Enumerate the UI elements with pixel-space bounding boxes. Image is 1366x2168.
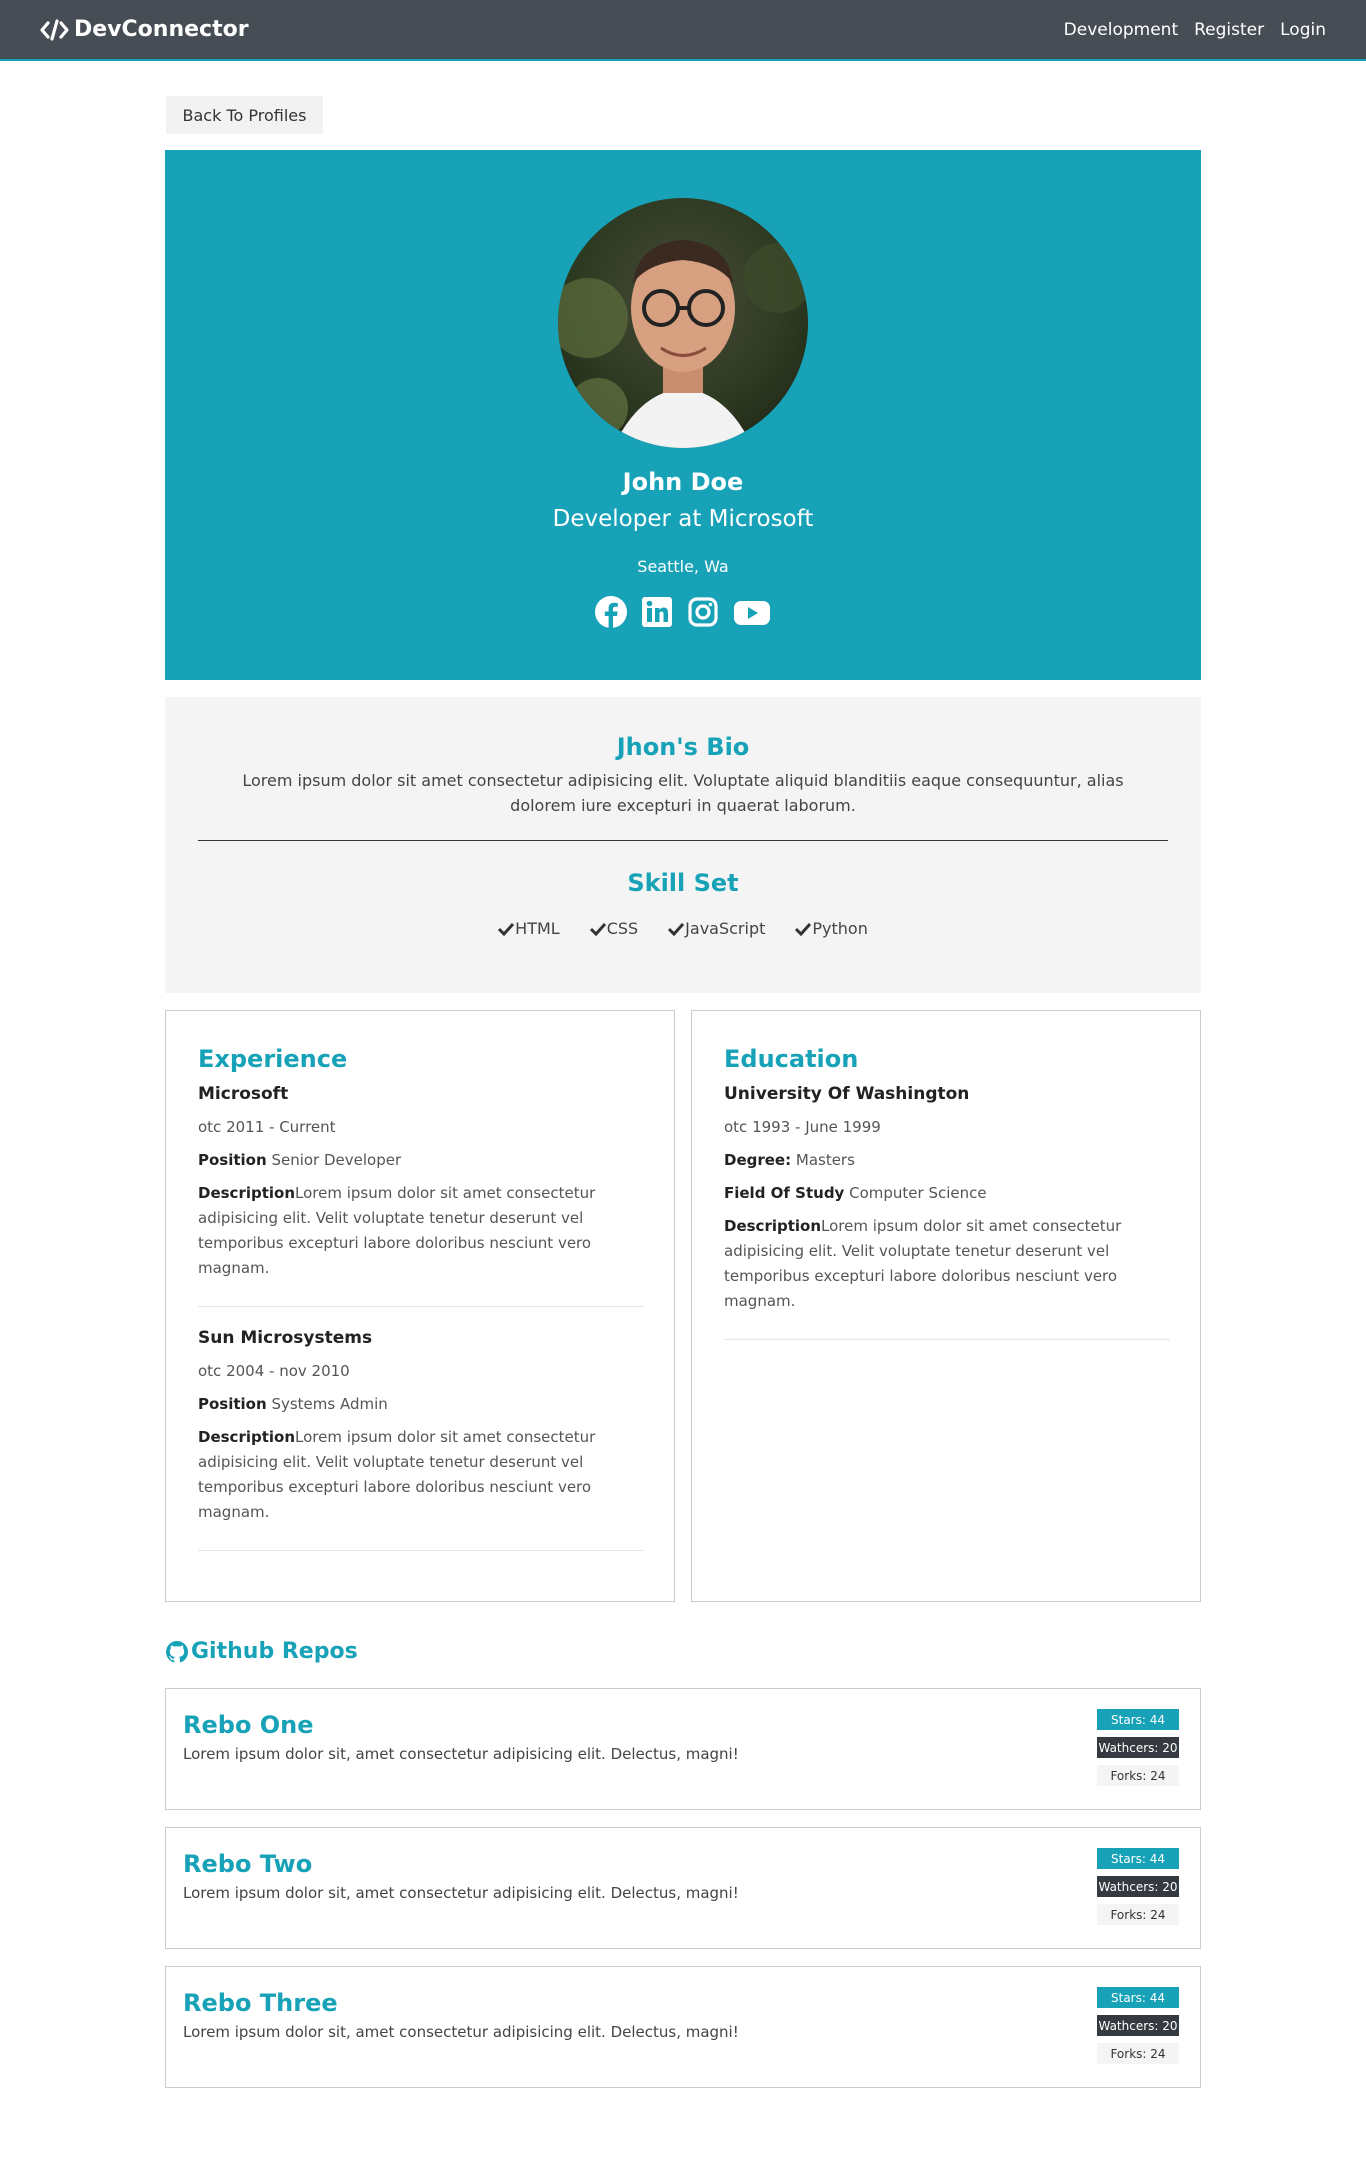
divider	[198, 1550, 644, 1551]
education-section: Education University Of Washington otc 1…	[691, 1010, 1201, 1602]
education-dates: otc 1993 - June 1999	[724, 1118, 881, 1136]
nav-link-development[interactable]: Development	[1064, 20, 1178, 40]
watchers-badge: Wathcers: 20	[1097, 2015, 1179, 2036]
field-label: Field Of Study	[724, 1184, 845, 1202]
experience-entry: Microsoft otc 2011 - Current Position Se…	[198, 1082, 644, 1307]
nav-link-login[interactable]: Login	[1280, 20, 1326, 40]
code-icon	[40, 18, 69, 41]
description-row: DescriptionLorem ipsum dolor sit amet co…	[724, 1214, 1170, 1314]
position-row: Position Systems Admin	[198, 1392, 644, 1417]
repo-name-link[interactable]: Rebo Two	[183, 1850, 312, 1878]
skills-heading: Skill Set	[627, 869, 739, 897]
experience-section: Experience Microsoft otc 2011 - Current …	[165, 1010, 675, 1602]
nav-links: Development Register Login	[1048, 0, 1326, 59]
position-label: Position	[198, 1395, 267, 1413]
field-row: Field Of Study Computer Science	[724, 1181, 1170, 1206]
brand-name: DevConnector	[74, 17, 249, 42]
stars-badge: Stars: 44	[1097, 1709, 1179, 1730]
facebook-icon[interactable]	[594, 595, 628, 629]
profile-header: John Doe Developer at Microsoft Seattle,…	[165, 150, 1201, 680]
check-icon	[498, 922, 515, 936]
back-to-profiles-button[interactable]: Back To Profiles	[166, 96, 323, 134]
check-icon	[668, 922, 685, 936]
skill-item: CSS	[589, 919, 639, 938]
github-icon	[166, 1640, 189, 1662]
position-value: Senior Developer	[266, 1151, 402, 1169]
avatar	[558, 198, 808, 448]
repo-card: Rebo One Lorem ipsum dolor sit, amet con…	[165, 1688, 1201, 1810]
repo-card: Rebo Three Lorem ipsum dolor sit, amet c…	[165, 1966, 1201, 2088]
github-heading: Github Repos	[165, 1639, 358, 1664]
bio-heading: Jhon's Bio	[616, 733, 750, 761]
degree-value: Masters	[791, 1151, 855, 1169]
education-entry: University Of Washington otc 1993 - June…	[724, 1082, 1170, 1340]
education-heading: Education	[724, 1045, 859, 1073]
profile-title: Developer at Microsoft	[552, 506, 814, 532]
description-label: Description	[198, 1184, 296, 1202]
description-label: Description	[724, 1217, 822, 1235]
skills-list: HTML CSS JavaScript Python	[165, 919, 1201, 938]
experience-entry: Sun Microsystems otc 2004 - nov 2010 Pos…	[198, 1326, 644, 1551]
profile-location: Seattle, Wa	[637, 557, 729, 576]
watchers-badge: Wathcers: 20	[1097, 1876, 1179, 1897]
repo-description: Lorem ipsum dolor sit, amet consectetur …	[183, 1884, 739, 1902]
profile-about: Jhon's Bio Lorem ipsum dolor sit amet co…	[165, 697, 1201, 993]
navbar: DevConnector Development Register Login	[0, 0, 1366, 61]
forks-badge: Forks: 24	[1097, 1765, 1179, 1786]
linkedin-icon[interactable]	[640, 595, 674, 629]
github-heading-text: Github Repos	[191, 1639, 358, 1664]
skill-item: HTML	[498, 919, 560, 938]
experience-heading: Experience	[198, 1045, 348, 1073]
position-label: Position	[198, 1151, 267, 1169]
position-row: Position Senior Developer	[198, 1148, 644, 1173]
school-name: University Of Washington	[724, 1084, 970, 1104]
description-row: DescriptionLorem ipsum dolor sit amet co…	[198, 1181, 644, 1281]
position-value: Systems Admin	[266, 1395, 388, 1413]
description-row: DescriptionLorem ipsum dolor sit amet co…	[198, 1425, 644, 1525]
bio-text: Lorem ipsum dolor sit amet consectetur a…	[242, 771, 1124, 815]
degree-row: Degree: Masters	[724, 1148, 1170, 1173]
instagram-icon[interactable]	[686, 595, 720, 629]
forks-badge: Forks: 24	[1097, 1904, 1179, 1925]
description-label: Description	[198, 1428, 296, 1446]
divider	[198, 840, 1168, 841]
forks-badge: Forks: 24	[1097, 2043, 1179, 2064]
skill-label: CSS	[606, 919, 639, 938]
youtube-icon[interactable]	[732, 595, 772, 629]
repo-description: Lorem ipsum dolor sit, amet consectetur …	[183, 2023, 739, 2041]
social-links	[165, 595, 1201, 629]
stars-badge: Stars: 44	[1097, 1848, 1179, 1869]
company-name: Sun Microsystems	[198, 1328, 373, 1348]
skill-label: JavaScript	[685, 919, 766, 938]
skill-item: JavaScript	[668, 919, 765, 938]
divider	[724, 1339, 1170, 1340]
repo-name-link[interactable]: Rebo Three	[183, 1989, 338, 2017]
repo-name-link[interactable]: Rebo One	[183, 1711, 314, 1739]
watchers-badge: Wathcers: 20	[1097, 1737, 1179, 1758]
degree-label: Degree:	[724, 1151, 792, 1169]
repo-description: Lorem ipsum dolor sit, amet consectetur …	[183, 1745, 739, 1763]
profile-name: John Doe	[622, 468, 744, 496]
stars-badge: Stars: 44	[1097, 1987, 1179, 2008]
experience-dates: otc 2004 - nov 2010	[198, 1362, 350, 1380]
field-value: Computer Science	[844, 1184, 987, 1202]
divider	[198, 1306, 644, 1307]
repo-card: Rebo Two Lorem ipsum dolor sit, amet con…	[165, 1827, 1201, 1949]
skill-label: Python	[812, 919, 868, 938]
brand-logo-link[interactable]: DevConnector	[40, 0, 249, 59]
company-name: Microsoft	[198, 1084, 289, 1104]
nav-link-register[interactable]: Register	[1194, 20, 1264, 40]
skill-item: Python	[795, 919, 868, 938]
check-icon	[795, 922, 812, 936]
check-icon	[589, 922, 606, 936]
skill-label: HTML	[515, 919, 560, 938]
experience-dates: otc 2011 - Current	[198, 1118, 336, 1136]
